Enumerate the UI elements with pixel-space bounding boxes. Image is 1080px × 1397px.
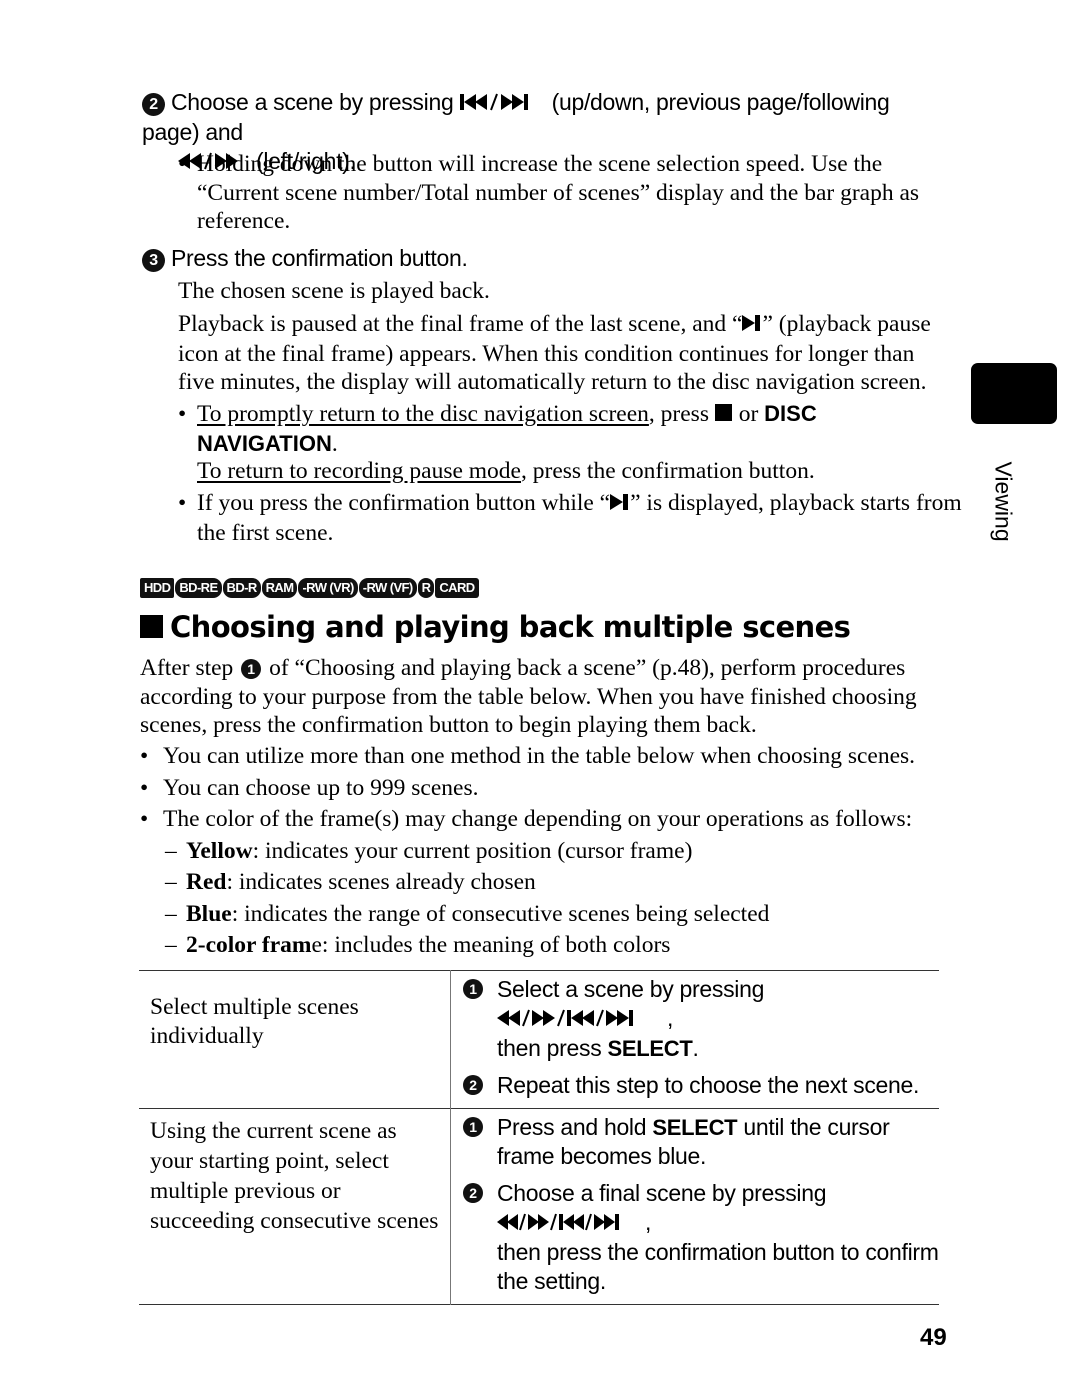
color-desc: : indicates the range of consecutive sce… — [231, 900, 770, 927]
media-tag-r: R — [417, 578, 435, 598]
step-2-note-text: Holding down the button will increase th… — [197, 151, 920, 234]
table-step: 1 Press and hold SELECT until the cursor … — [463, 1113, 939, 1171]
step-text-c: then press — [497, 1035, 608, 1061]
rewind-forward-skip-icon — [497, 1209, 645, 1238]
select-button-label: SELECT — [607, 1036, 693, 1061]
table-step: 1 Select a scene by pressing , then press … — [463, 975, 939, 1063]
step-3: 3 Press the confirmation button. — [142, 244, 468, 273]
intro-a: After step — [140, 655, 234, 681]
table-step: 2 Repeat this step to choose the next sce… — [463, 1071, 939, 1100]
bullet1-end2: , press the confirmation button. — [521, 458, 815, 484]
step-number-2: 2 — [142, 93, 165, 116]
playback-pause-final-frame-icon — [610, 490, 630, 519]
step-3-bullet-1-line2: To return to recording pause mode, press… — [197, 457, 942, 486]
bullet1-mid: , press — [648, 401, 715, 427]
step-text: Choose a final scene by pressing — [497, 1180, 827, 1206]
chapter-tab-marker — [971, 363, 1057, 424]
step-3-bullet-2: • If you press the confirmation button wh… — [178, 490, 962, 546]
color-item-2-color: –2-color frame: includes the meaning of … — [165, 932, 671, 958]
section-bullets: • You can utilize more than one method in… — [140, 742, 950, 960]
step-text: Press and hold — [497, 1114, 653, 1140]
skip-prev-next-icon — [459, 89, 546, 118]
list-item: • The color of the frame(s) may change de… — [140, 806, 913, 832]
table-row: Using the current scene as your starting… — [139, 1108, 939, 1305]
media-tag-hdd: HDD — [140, 578, 175, 598]
color-name: Blue — [186, 900, 232, 927]
color-desc: : indicates your current position (curso… — [252, 837, 693, 864]
step-3-bullet-1: • To promptly return to the disc navigati… — [178, 401, 817, 457]
list-item: • You can utilize more than one method in… — [140, 743, 916, 769]
methods-table: Select multiple scenes individually 1 Sel… — [139, 970, 939, 1305]
select-button-label: SELECT — [652, 1115, 738, 1140]
section-title: Choosing and playing back multiple scene… — [170, 610, 851, 644]
section-intro: After step 1 of “Choosing and playing ba… — [140, 654, 940, 740]
bullet2-a: If you press the confirmation button whi… — [197, 490, 611, 516]
media-tag-bd-r: BD-R — [222, 578, 261, 598]
step-3-para1: The chosen scene is played back. — [178, 278, 490, 304]
color-item-blue: – Blue: indicates the range of consecutiv… — [165, 900, 770, 927]
color-name: Red — [186, 869, 227, 895]
media-tags: HDD BD-RE BD-R RAM -RW (VR) -RW (VF) R CARD — [140, 578, 480, 598]
step-2-text: Choose a scene by pressing — [171, 89, 454, 115]
media-tag-rw-vr: -RW (VR) — [298, 578, 358, 598]
page-number: 49 — [920, 1324, 947, 1351]
table-step: 2 Choose a final scene by pressing , then … — [463, 1179, 939, 1296]
step-number: 1 — [463, 1117, 483, 1137]
return-to-recording-pause-link: To return to recording pause mode — [197, 458, 521, 484]
color-item-yellow: – Yellow: indicates your current position… — [165, 837, 693, 864]
playback-pause-final-frame-icon — [742, 311, 762, 340]
bullet-text: The color of the frame(s) may change dep… — [163, 806, 913, 832]
step-ref-1: 1 — [241, 659, 262, 679]
step-2-note: • Holding down the button will increase t… — [178, 151, 920, 234]
step-text: Repeat this step to choose the next scen… — [497, 1072, 920, 1098]
section-square-icon — [140, 615, 163, 638]
step-text-b: , — [667, 1005, 674, 1031]
color-desc: : indicates scenes already chosen — [226, 869, 536, 895]
step-text-c: then press the confirmation button to co… — [497, 1239, 939, 1294]
bullet-text: You can choose up to 999 scenes. — [163, 774, 479, 801]
step-number: 2 — [463, 1183, 483, 1203]
list-item: • You can choose up to 999 scenes. — [140, 774, 479, 801]
rewind-forward-skip-icon — [497, 1005, 667, 1034]
step-number: 2 — [463, 1075, 483, 1095]
return-to-disc-navigation-link: To promptly return to the disc navigatio… — [197, 401, 649, 427]
table-cell-steps: 1 Select a scene by pressing , then press … — [450, 970, 939, 1109]
para2-text-a: Playback is paused at the final frame of… — [178, 311, 743, 337]
step-text: Select a scene by pressing — [497, 976, 765, 1002]
table-cell-purpose: Using the current scene as your starting… — [150, 1118, 439, 1234]
color-item-red: – Red: indicates scenes already chosen — [165, 869, 536, 895]
media-tag-ram: RAM — [261, 578, 298, 598]
step-3-para2: Playback is paused at the final frame of… — [178, 310, 943, 397]
step-text-b: , — [645, 1209, 652, 1235]
step-3-title: Press the confirmation button. — [171, 245, 468, 271]
table-cell-steps: 1 Press and hold SELECT until the cursor … — [450, 1108, 939, 1305]
media-tag-rw-vf: -RW (VF) — [358, 578, 417, 598]
media-tag-card: CARD — [435, 578, 479, 598]
color-name: 2-color fram — [186, 932, 312, 958]
bullet1-or: or — [732, 401, 765, 427]
table-row: Select multiple scenes individually 1 Sel… — [139, 970, 939, 1109]
chapter-label: Viewing — [990, 461, 1017, 542]
color-desc: e: includes the meaning of both colors — [311, 932, 671, 958]
section-heading: Choosing and playing back multiple scene… — [140, 610, 851, 644]
color-name: Yellow — [186, 837, 253, 864]
step-number-3: 3 — [142, 249, 165, 272]
step-number: 1 — [463, 979, 483, 999]
media-tag-bd-re: BD-RE — [175, 578, 222, 598]
table-cell-purpose: Select multiple scenes individually — [150, 994, 359, 1049]
step-text-d: . — [692, 1035, 699, 1061]
bullet-text: You can utilize more than one method in … — [163, 743, 916, 769]
bullet1-end: . — [331, 430, 338, 457]
stop-icon — [714, 401, 733, 430]
